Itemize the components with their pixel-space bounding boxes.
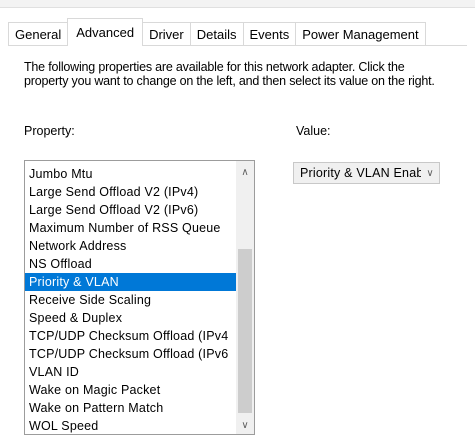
chevron-down-icon[interactable]: ∨: [421, 163, 439, 183]
title-bar-edge: [0, 0, 475, 8]
list-item[interactable]: Jumbo Mtu: [25, 165, 236, 183]
chevron-up-icon[interactable]: ∧: [236, 163, 254, 181]
list-item[interactable]: Large Send Offload V2 (IPv6): [25, 201, 236, 219]
list-item[interactable]: Wake on Pattern Match: [25, 399, 236, 417]
value-label: Value:: [296, 124, 331, 138]
description-text: The following properties are available f…: [24, 60, 435, 88]
list-item[interactable]: Receive Side Scaling: [25, 291, 236, 309]
value-dropdown[interactable]: Priority & VLAN Enabled ∨: [293, 162, 440, 184]
listbox-scrollbar[interactable]: ∧ ∨: [236, 161, 254, 434]
tab-strip: General Advanced Driver Details Events P…: [8, 18, 426, 46]
tab-general[interactable]: General: [8, 22, 69, 46]
list-item[interactable]: Maximum Number of RSS Queue: [25, 219, 236, 237]
value-dropdown-selected: Priority & VLAN Enabled: [300, 166, 421, 180]
list-item[interactable]: TCP/UDP Checksum Offload (IPv4: [25, 327, 236, 345]
adapter-properties-window: General Advanced Driver Details Events P…: [0, 0, 475, 435]
tab-power-management[interactable]: Power Management: [295, 22, 426, 46]
chevron-down-icon[interactable]: ∨: [236, 416, 254, 434]
tab-details[interactable]: Details: [189, 22, 244, 46]
list-item[interactable]: WOL Speed: [25, 417, 236, 434]
list-item[interactable]: TCP/UDP Checksum Offload (IPv6: [25, 345, 236, 363]
tab-driver[interactable]: Driver: [142, 22, 191, 46]
list-item[interactable]: VLAN ID: [25, 363, 236, 381]
property-listbox[interactable]: Jumbo Mtu Large Send Offload V2 (IPv4) Lar…: [24, 160, 255, 435]
property-list: Jumbo Mtu Large Send Offload V2 (IPv4) Lar…: [25, 165, 236, 434]
list-item[interactable]: Wake on Magic Packet: [25, 381, 236, 399]
scroll-thumb[interactable]: [238, 249, 252, 413]
list-item[interactable]: Priority & VLAN: [25, 273, 236, 291]
list-item[interactable]: Large Send Offload V2 (IPv4): [25, 183, 236, 201]
list-item[interactable]: Speed & Duplex: [25, 309, 236, 327]
list-item[interactable]: NS Offload: [25, 255, 236, 273]
list-item[interactable]: Network Address: [25, 237, 236, 255]
property-label: Property:: [24, 124, 75, 138]
tab-advanced[interactable]: Advanced: [67, 18, 144, 46]
tab-events[interactable]: Events: [242, 22, 297, 46]
